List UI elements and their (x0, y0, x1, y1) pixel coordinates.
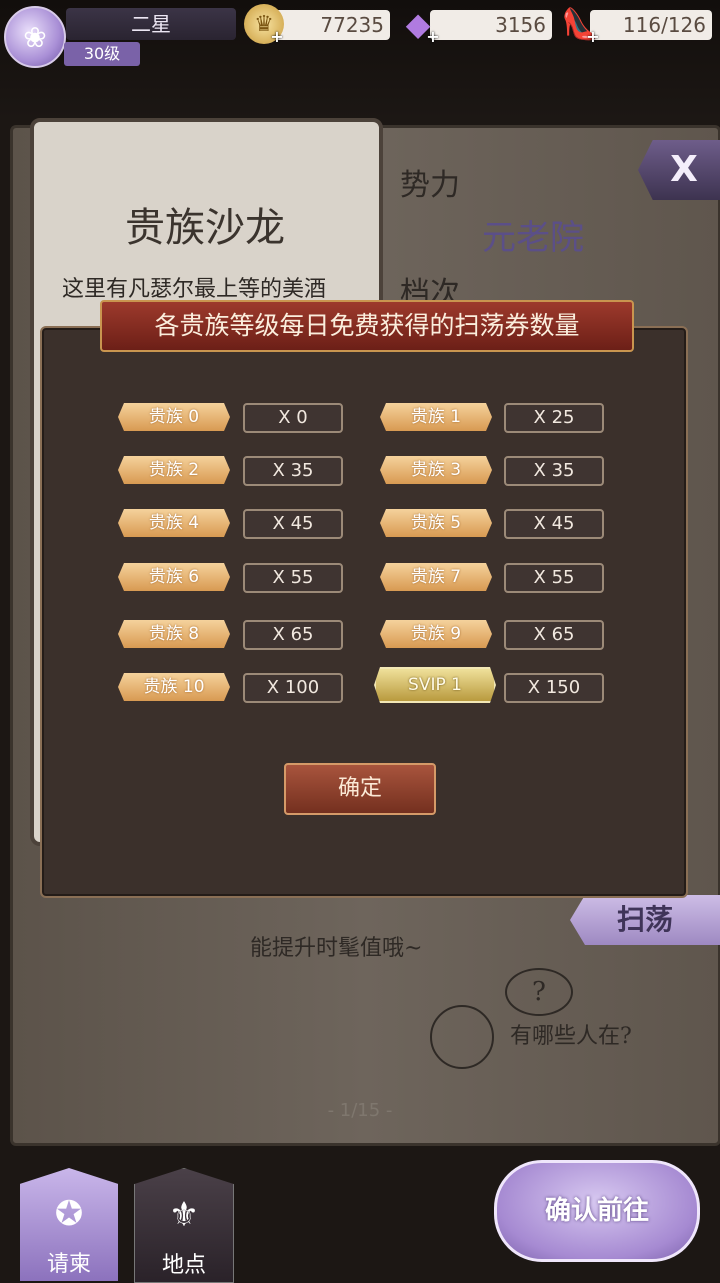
noble-rank-tag: 贵族 1 (380, 403, 492, 431)
svip-rank-tag: SVIP 1 (374, 667, 496, 703)
faction-value: 元老院 (482, 218, 584, 258)
hint-text: 能提升时髦值哦~ (250, 936, 423, 961)
character-doodle-icon (430, 1005, 494, 1069)
confirm-button[interactable]: 确定 (284, 763, 436, 815)
noble-rank-tag: 贵族 8 (118, 620, 230, 648)
player-name: 二星 (66, 8, 236, 40)
tab-location[interactable]: ⚜ 地点 (134, 1168, 234, 1283)
noble-rank-tag: 贵族 9 (380, 620, 492, 648)
dialog-title: 各贵族等级每日免费获得的扫荡券数量 (100, 300, 634, 352)
ticket-count: X 55 (504, 563, 604, 593)
who-here-text: 有哪些人在? (510, 1024, 632, 1049)
noble-rank-tag: 贵族 10 (118, 673, 230, 701)
noble-rank-tag: 贵族 2 (118, 456, 230, 484)
ticket-count: X 45 (504, 509, 604, 539)
faction-label: 势力 (400, 168, 460, 203)
player-avatar[interactable]: ❀ (4, 6, 66, 68)
ticket-count: X 35 (504, 456, 604, 486)
ticket-count: X 45 (243, 509, 343, 539)
add-gems-button[interactable]: + (424, 28, 442, 46)
confirm-go-button[interactable]: 确认前往 (494, 1160, 700, 1262)
tab-invitation[interactable]: ✪ 请柬 (20, 1168, 118, 1281)
star-badge-icon: ✪ (54, 1194, 84, 1234)
ticket-count: X 25 (504, 403, 604, 433)
tab-location-label: 地点 (161, 1253, 206, 1278)
noble-rank-tag: 贵族 4 (118, 509, 230, 537)
ticket-count: X 35 (243, 456, 343, 486)
rose-icon: ❀ (23, 20, 47, 54)
noble-rank-tag: 贵族 3 (380, 456, 492, 484)
add-stamina-button[interactable]: + (584, 28, 602, 46)
ticket-count: X 55 (243, 563, 343, 593)
noble-rank-tag: 贵族 5 (380, 509, 492, 537)
sweep-button[interactable]: 扫荡 (570, 895, 720, 945)
stamina-amount: 116/126 (590, 10, 712, 40)
noble-rank-tag: 贵族 7 (380, 563, 492, 591)
player-level: 30级 (64, 42, 140, 66)
ticket-count: X 65 (243, 620, 343, 650)
ticket-count: X 100 (243, 673, 343, 703)
noble-rank-tag: 贵族 6 (118, 563, 230, 591)
gem-amount: 3156 (430, 10, 552, 40)
page-indicator: - 1/15 - (327, 1100, 393, 1121)
ticket-count: X 0 (243, 403, 343, 433)
fleur-de-lis-icon: ⚜ (168, 1195, 200, 1235)
thought-bubble-icon: ? (505, 968, 573, 1016)
add-gold-button[interactable]: + (268, 28, 286, 46)
tab-invitation-label: 请柬 (46, 1252, 91, 1277)
gold-amount: 77235 (270, 10, 390, 40)
close-button[interactable]: X (638, 140, 720, 200)
ticket-count: X 65 (504, 620, 604, 650)
ticket-count: X 150 (504, 673, 604, 703)
noble-rank-tag: 贵族 0 (118, 403, 230, 431)
salon-title: 贵族沙龙 (125, 205, 285, 251)
